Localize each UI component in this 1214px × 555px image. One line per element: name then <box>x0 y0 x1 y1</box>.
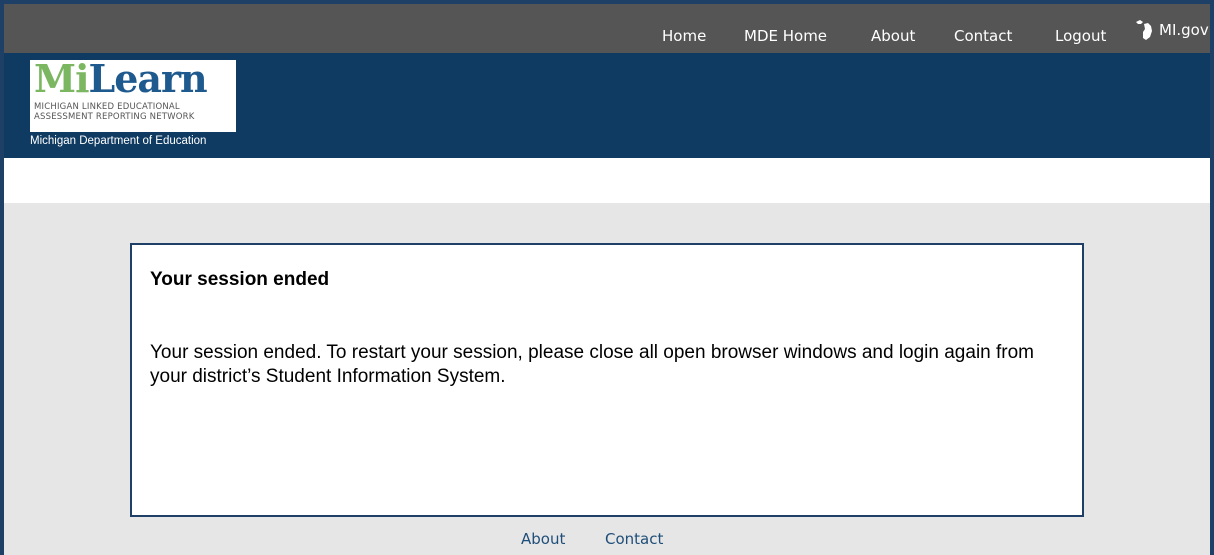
milearn-logo[interactable]: MiLearn MICHIGAN LINKED EDUCATIONAL ASSE… <box>30 60 236 132</box>
logo-subtitle-line2: ASSESSMENT REPORTING NETWORK <box>34 112 195 122</box>
page-frame: Home MDE Home About Contact Logout MI.go… <box>0 0 1214 555</box>
nav-contact-link[interactable]: Contact <box>954 4 1012 53</box>
logo-wordmark: MiLearn <box>34 60 208 101</box>
session-ended-card: Your session ended Your session ended. T… <box>130 243 1084 517</box>
logo-word-mi: Mi <box>34 60 89 101</box>
logo-word-learn: Learn <box>88 60 208 101</box>
footer-contact-link[interactable]: Contact <box>605 530 663 548</box>
nav-mde-home-link[interactable]: MDE Home <box>744 4 827 53</box>
logo-subtitle: MICHIGAN LINKED EDUCATIONAL ASSESSMENT R… <box>34 102 234 122</box>
top-nav-bar: Home MDE Home About Contact Logout MI.go… <box>4 4 1210 53</box>
logo-subtitle-line1: MICHIGAN LINKED EDUCATIONAL <box>34 102 180 112</box>
nav-about-link[interactable]: About <box>871 4 915 53</box>
nav-logout-link[interactable]: Logout <box>1055 4 1106 53</box>
nav-home-link[interactable]: Home <box>662 4 706 53</box>
footer-about-link[interactable]: About <box>521 530 565 548</box>
mi-gov-link[interactable]: MI.gov <box>1134 16 1209 44</box>
site-header: MiLearn MICHIGAN LINKED EDUCATIONAL ASSE… <box>4 53 1210 158</box>
card-title: Your session ended <box>150 269 330 290</box>
department-label: Michigan Department of Education <box>30 135 207 147</box>
footer-links: About Contact <box>4 530 1210 550</box>
michigan-state-icon <box>1136 20 1152 40</box>
main-content: Your session ended Your session ended. T… <box>4 203 1210 555</box>
mi-gov-label: MI.gov <box>1159 21 1209 39</box>
card-message: Your session ended. To restart your sess… <box>150 342 1035 387</box>
